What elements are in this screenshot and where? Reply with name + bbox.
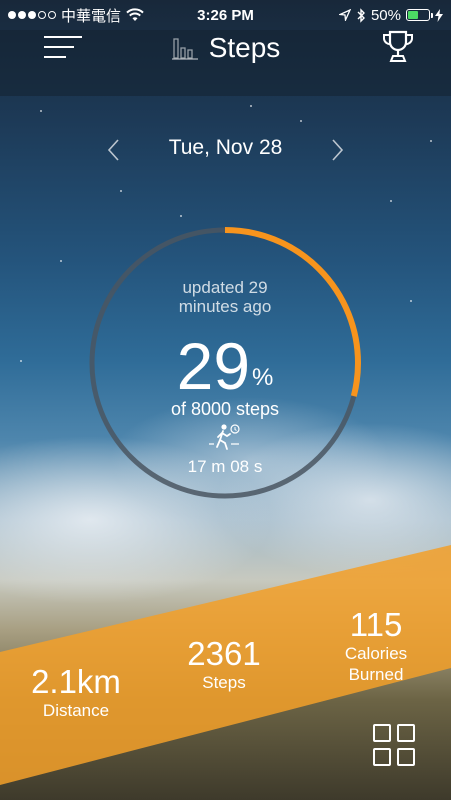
bluetooth-icon <box>357 7 365 23</box>
grid-icon[interactable] <box>373 724 415 766</box>
steps-label: Steps <box>202 673 246 692</box>
date-selector: Tue, Nov 28 <box>0 136 451 164</box>
steps-stat: 2361 Steps <box>172 636 276 693</box>
steps-value: 2361 <box>187 635 261 672</box>
duration-text: 17 m 08 s <box>187 457 263 476</box>
wifi-icon <box>126 8 144 21</box>
nav-bar: Steps <box>0 30 451 96</box>
bar-chart-icon <box>171 38 198 60</box>
calories-label-line2: Burned <box>348 665 404 684</box>
status-bar: 中華電信 3:26 PM 50% <box>0 0 451 30</box>
location-icon <box>338 9 351 21</box>
distance-label: Distance <box>42 701 110 720</box>
percent-value: 29 <box>176 329 251 403</box>
trophy-icon[interactable] <box>381 30 415 64</box>
walking-person-icon <box>209 424 240 450</box>
calories-value: 115 <box>349 606 403 643</box>
goal-text: of 8000 steps <box>170 399 280 419</box>
date-label: Tue, Nov 28 <box>168 136 283 159</box>
progress-ring[interactable]: updated 29 minutes ago 29% of 8000 steps … <box>88 226 362 500</box>
chevron-right-icon[interactable] <box>325 138 349 162</box>
distance-stat: 2.1km Distance <box>22 664 130 721</box>
carrier-label: 中華電信 <box>61 7 122 25</box>
signal-icon <box>8 11 56 19</box>
percent-sign: % <box>252 364 274 391</box>
calories-stat: 115 Calories Burned <box>326 607 426 685</box>
battery-icon <box>406 9 433 21</box>
page-title: Steps <box>208 32 281 63</box>
battery-percent: 50% <box>370 6 401 24</box>
calories-label-line1: Calories <box>344 644 408 663</box>
updated-text: updated 29 minutes ago <box>178 278 272 316</box>
charging-icon <box>435 8 443 22</box>
distance-value: 2.1km <box>31 663 121 700</box>
